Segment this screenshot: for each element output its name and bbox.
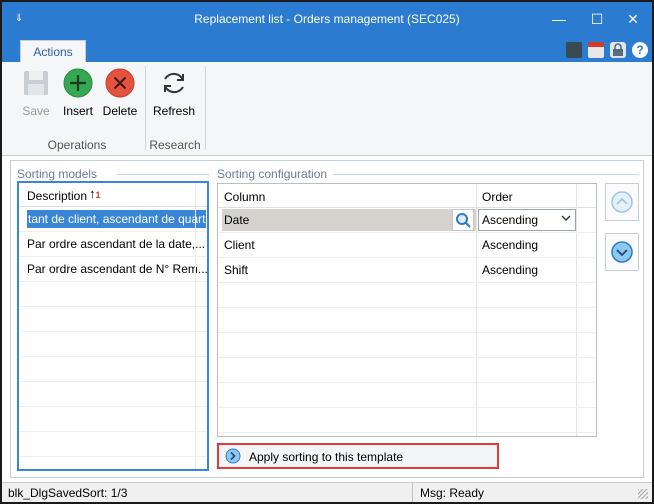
section-divider: [117, 174, 209, 175]
calendar-icon[interactable]: [588, 42, 604, 58]
sorting-models-title: Sorting models: [17, 167, 98, 181]
empty-row: [218, 283, 596, 308]
lock-icon[interactable]: [610, 42, 626, 58]
order-dropdown[interactable]: Ascending: [478, 209, 576, 231]
refresh-button[interactable]: Refresh: [152, 68, 196, 124]
help-icon[interactable]: ?: [632, 42, 648, 58]
maximize-button[interactable]: ☐: [580, 6, 614, 32]
apply-sorting-button[interactable]: Apply sorting to this template: [217, 443, 499, 469]
application-window: ⇓ Replacement list - Orders management (…: [0, 0, 654, 504]
list-item-text: Par ordre ascendant de N° Rem...: [27, 262, 207, 276]
refresh-label: Refresh: [152, 104, 196, 118]
column-cell[interactable]: Shift: [224, 263, 248, 277]
list-item-text: Par ordre ascendant de la date,...: [27, 237, 206, 251]
group-label-operations: Operations: [47, 138, 107, 152]
empty-row: [218, 308, 596, 333]
empty-row: [19, 432, 207, 457]
tab-actions[interactable]: Actions: [20, 40, 86, 64]
list-item[interactable]: tant de client, ascendant de quart: [19, 207, 207, 232]
group-divider: [205, 66, 206, 150]
config-header-row: Column Order: [218, 184, 596, 208]
arrow-down-circle-icon: [606, 241, 638, 273]
grid-column-line: [195, 183, 196, 469]
table-row[interactable]: Client Ascending: [218, 233, 596, 258]
empty-row: [218, 383, 596, 408]
empty-row: [19, 357, 207, 382]
column-header-order[interactable]: Order: [482, 190, 513, 204]
section-divider: [333, 174, 639, 175]
arrow-right-circle-icon: [225, 448, 241, 464]
refresh-icon: [159, 68, 189, 98]
status-divider: [412, 483, 413, 502]
empty-row: [19, 307, 207, 332]
title-bar: ⇓ Replacement list - Orders management (…: [2, 2, 652, 38]
empty-row: [19, 407, 207, 432]
empty-row: [19, 282, 207, 307]
chevron-down-icon: [561, 213, 571, 226]
delete-label: Delete: [102, 104, 138, 118]
order-cell[interactable]: Ascending: [482, 238, 538, 252]
selected-cell: [222, 209, 476, 231]
empty-row: [19, 382, 207, 407]
floppy-disk-icon: [21, 68, 51, 98]
table-row[interactable]: Date Ascending: [218, 208, 596, 233]
save-label: Save: [22, 104, 50, 118]
x-circle-icon: [105, 68, 135, 98]
insert-button[interactable]: Insert: [56, 68, 100, 124]
sort-ascending-icon: ↑1: [89, 186, 101, 201]
plus-circle-icon: [63, 68, 93, 98]
group-divider: [145, 66, 146, 150]
main-panel: Sorting models Sorting configuration Des…: [10, 160, 644, 478]
empty-row: [218, 358, 596, 383]
list-item-text: tant de client, ascendant de quart: [27, 210, 207, 228]
description-header-label: Description: [27, 189, 88, 203]
calculator-icon[interactable]: [566, 42, 582, 58]
ribbon: Save Insert Delete Refresh Operations Re…: [2, 62, 652, 156]
arrow-up-circle-icon: [606, 191, 638, 223]
move-down-button[interactable]: [605, 233, 639, 271]
apply-sorting-label: Apply sorting to this template: [249, 450, 404, 464]
close-button[interactable]: ✕: [616, 6, 650, 32]
column-cell[interactable]: Client: [224, 238, 255, 252]
empty-row: [218, 408, 596, 433]
sorting-configuration-grid[interactable]: Column Order Date Ascending Client Ascen…: [217, 183, 597, 437]
delete-button[interactable]: Delete: [98, 68, 142, 124]
insert-label: Insert: [62, 104, 93, 118]
table-row[interactable]: Shift Ascending: [218, 258, 596, 283]
minimize-button[interactable]: —: [542, 6, 576, 32]
move-up-button[interactable]: [605, 183, 639, 221]
status-message: Msg: Ready: [420, 486, 485, 500]
column-header-column[interactable]: Column: [224, 190, 265, 204]
group-label-research: Research: [149, 138, 201, 152]
list-item[interactable]: Par ordre ascendant de N° Rem...: [19, 257, 207, 282]
empty-row: [218, 333, 596, 358]
column-header-description[interactable]: Description ↑1: [19, 183, 207, 207]
column-lookup-button[interactable]: [452, 209, 474, 231]
status-record-position: blk_DlgSavedSort: 1/3: [8, 486, 128, 500]
resize-grip[interactable]: [638, 489, 648, 499]
column-cell[interactable]: Date: [224, 213, 249, 227]
empty-row: [19, 332, 207, 357]
ribbon-tab-row: Actions ?: [2, 38, 652, 64]
order-cell[interactable]: Ascending: [482, 263, 538, 277]
sorting-models-grid[interactable]: Description ↑1 tant de client, ascendant…: [17, 181, 209, 471]
sorting-configuration-title: Sorting configuration: [217, 167, 328, 181]
save-button[interactable]: Save: [14, 68, 58, 124]
order-dropdown-value: Ascending: [482, 213, 539, 227]
status-bar: blk_DlgSavedSort: 1/3 Msg: Ready: [2, 482, 652, 502]
list-item[interactable]: Par ordre ascendant de la date,...: [19, 232, 207, 257]
search-icon: [453, 213, 473, 233]
